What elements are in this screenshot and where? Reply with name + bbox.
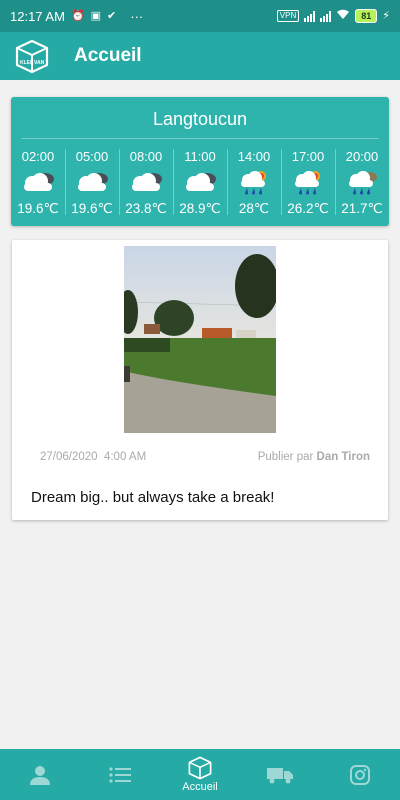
nav-item-home[interactable]: Accueil (160, 749, 240, 800)
forecast-temp: 19.6℃ (71, 201, 113, 216)
post-date: 27/06/2020 4:00 AM (40, 451, 146, 463)
forecast-item: 05:00 19.6℃ (65, 145, 119, 219)
nav-label-home: Accueil (182, 781, 218, 793)
charging-icon: ⚡ (382, 9, 390, 22)
home-box-icon (188, 756, 212, 780)
status-bar: 12:17 AM ⏰ ▣ ✔ ··· VPN 81 ⚡ (0, 0, 400, 32)
alarm-icon: ⏰ (70, 9, 85, 22)
nav-item-instagram[interactable] (320, 749, 400, 800)
logo-text-right: VAN (34, 60, 45, 66)
forecast-time: 05:00 (75, 149, 109, 164)
cloud-night-icon (11, 169, 65, 195)
moon-rain-icon (335, 169, 389, 195)
post-meta: 27/06/2020 4:00 AM Publier par Dan Tiron (40, 451, 370, 463)
nav-item-profile[interactable] (0, 749, 80, 800)
forecast-item: 11:00 28.9℃ (173, 145, 227, 219)
forecast-temp: 21.7℃ (341, 201, 383, 216)
instagram-icon (350, 764, 370, 785)
forecast-temp: 23.8℃ (125, 201, 167, 216)
published-by-label: Publier par (257, 451, 314, 463)
forecast-item: 20:00 21.7℃ (335, 145, 389, 219)
forecast-temp: 19.6℃ (17, 201, 59, 216)
person-icon (30, 765, 50, 785)
post-author[interactable]: Dan Tiron (317, 451, 370, 463)
forecast-time: 02:00 (21, 149, 55, 164)
signal-icon-2 (320, 10, 332, 22)
forecast-time: 11:00 (184, 149, 216, 164)
cloud-night-icon (65, 169, 119, 195)
cloud-night-icon (119, 169, 173, 195)
vpn-badge: VPN (276, 10, 300, 22)
status-time: 12:17 AM (10, 8, 65, 24)
weather-card[interactable]: Langtoucun 02:00 19.6℃ 05:00 19.6℃ 08:00 23.8… (11, 97, 389, 226)
forecast-temp: 28℃ (238, 201, 270, 216)
post-time-value: 4:00 AM (103, 451, 147, 463)
post-text: Dream big.. but always take a break! (31, 489, 275, 506)
logo-text-left: KLEE (20, 60, 34, 66)
battery-indicator: 81 (355, 9, 378, 23)
forecast-temp: 28.9℃ (179, 201, 221, 216)
forecast-time: 14:00 (237, 149, 271, 164)
post-date-value: 27/06/2020 (40, 451, 98, 463)
forecast-row: 02:00 19.6℃ 05:00 19.6℃ 08:00 23.8℃ 11:00 28.9℃… (11, 145, 389, 219)
more-notifications: ··· (130, 8, 144, 24)
post-photo[interactable] (124, 246, 276, 433)
bottom-nav: Accueil (0, 749, 400, 800)
truck-icon (267, 767, 293, 783)
weather-city: Langtoucun (152, 109, 248, 129)
nav-item-delivery[interactable] (240, 749, 320, 800)
forecast-time: 20:00 (345, 149, 379, 164)
forecast-time: 08:00 (129, 149, 163, 164)
nav-item-list[interactable] (80, 749, 160, 800)
cloud-night-icon (173, 169, 227, 195)
forecast-item: 17:00 26.2℃ (281, 145, 335, 219)
forecast-item: 14:00 28℃ (227, 145, 281, 219)
wifi-icon (336, 9, 350, 23)
app-logo-icon: KLEE VAN (15, 39, 49, 74)
post-card[interactable]: 27/06/2020 4:00 AM Publier par Dan Tiron… (12, 240, 388, 520)
sun-rain-icon (281, 169, 335, 195)
notification-icon: ▣ (90, 9, 102, 22)
post-author-line: Publier par Dan Tiron (258, 451, 370, 463)
list-icon (109, 766, 131, 783)
forecast-item: 02:00 19.6℃ (11, 145, 65, 219)
check-icon: ✔ (107, 9, 117, 22)
app-bar: KLEE VAN Accueil (0, 32, 400, 80)
signal-icon (304, 10, 316, 22)
sun-rain-icon (227, 169, 281, 195)
forecast-temp: 26.2℃ (287, 201, 329, 216)
weather-divider (21, 138, 379, 139)
forecast-time: 17:00 (291, 149, 325, 164)
forecast-item: 08:00 23.8℃ (119, 145, 173, 219)
page-title: Accueil (74, 45, 142, 66)
